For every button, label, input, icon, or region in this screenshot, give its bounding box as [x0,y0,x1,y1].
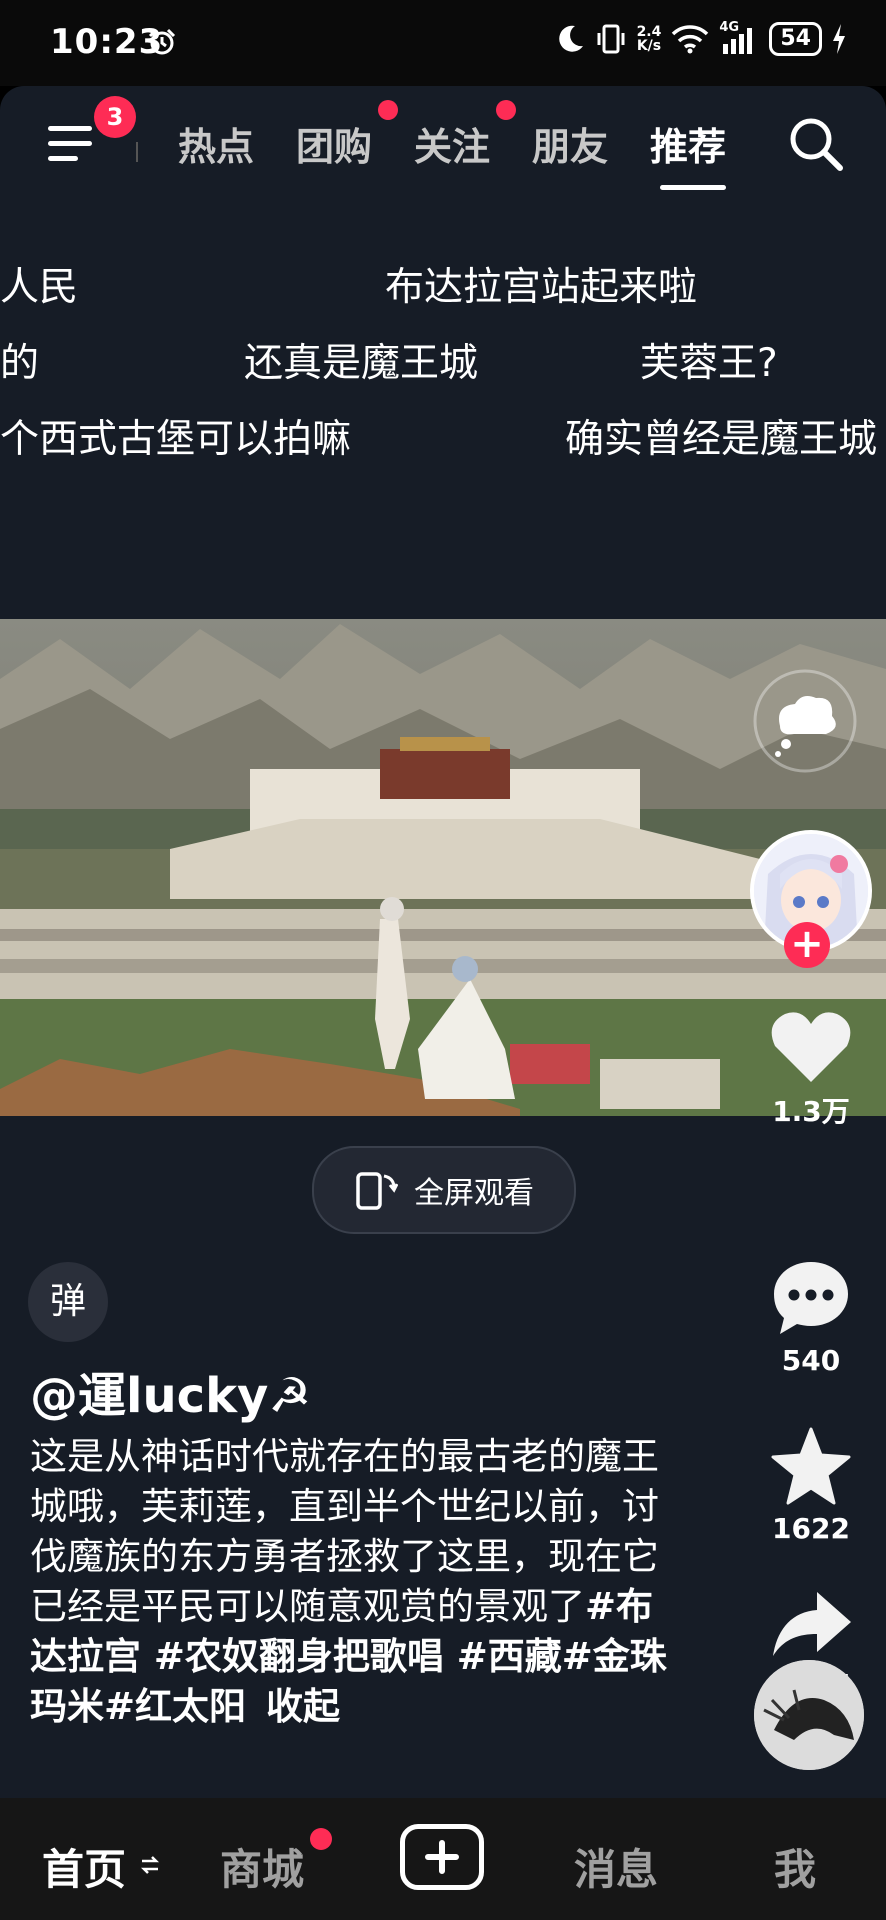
danmaku-item: 布达拉宫站起来啦 [385,265,698,310]
moon-icon [558,25,583,52]
charging-icon [833,24,845,54]
net-speed: 2.4 K/s [637,25,662,53]
caption-text: 这是从神话时代就存在的最古老的魔王城哦，芙莉莲，直到半个世纪以前，讨伐魔族的东方… [30,1435,659,1628]
bottom-nav: 首页 商城 消息 我 [0,1798,886,1920]
group-buy-dot [378,100,398,120]
nav-mall[interactable]: 商城 [220,1836,304,1897]
music-disc[interactable] [754,1660,864,1770]
danmaku-item: 芙蓉王? [640,341,778,386]
status-time: 10:23 [50,22,164,62]
refresh-arrows-icon [140,1856,160,1874]
signal-icon [723,28,753,54]
search-icon[interactable] [786,114,846,174]
post-caption: 这是从神话时代就存在的最古老的魔王城哦，芙莉莲，直到半个世纪以前，讨伐魔族的东方… [30,1432,670,1732]
rotate-screen-icon [356,1172,398,1210]
nav-home[interactable]: 首页 [42,1836,126,1897]
comment-icon [774,1262,848,1334]
fullscreen-button[interactable]: 全屏观看 [312,1146,576,1234]
favorite-action[interactable]: 1622 [740,1426,882,1545]
tab-friends[interactable]: 朋友 [532,116,608,171]
douyin-app: 3 热点 团购 关注 朋友 推荐 人民 布达拉宫站起来啦 的 还真是魔王城 芙蓉… [0,86,886,1798]
alarm-icon [148,28,176,55]
status-bar: 10:23 2.4 K/s 4G 54 [0,0,886,86]
share-icon [773,1592,851,1656]
collapse-button[interactable]: 收起 [266,1685,340,1728]
mall-dot [310,1828,332,1850]
active-tab-indicator [660,185,726,190]
danmaku-item: 个西式古堡可以拍嘛 [0,417,352,462]
create-button[interactable] [400,1824,484,1890]
comment-action[interactable]: 540 [740,1258,882,1377]
star-icon [771,1427,851,1505]
net-speed-value: 2.4 [636,24,662,40]
danmaku-toggle[interactable]: 弹 [28,1262,108,1342]
menu-icon[interactable] [48,124,98,164]
tab-following[interactable]: 关注 [414,116,490,171]
favorite-count: 1622 [772,1512,850,1545]
heart-icon [771,1012,851,1082]
menu-badge: 3 [94,96,136,138]
like-count: 1.3万 [772,1095,850,1128]
plus-icon [425,1840,459,1874]
vibrate-icon [597,24,625,54]
tab-recommend[interactable]: 推荐 [650,116,726,171]
like-action[interactable]: 1.3万 [740,1010,882,1130]
chat-bubble-icon[interactable] [750,666,860,776]
danmaku-item: 还真是魔王城 [244,341,479,386]
tab-group-buy[interactable]: 团购 [296,116,372,171]
nav-divider [136,142,138,162]
battery-indicator: 54 [769,22,822,56]
following-dot [496,100,516,120]
net-speed-unit: K/s [636,38,662,54]
cell-signal: 4G [719,20,759,54]
danmaku-item: 的 [0,341,40,386]
fullscreen-label: 全屏观看 [414,1176,534,1211]
danmaku-item: 人民 [0,265,79,310]
creator-username[interactable]: @運lucky☭ [30,1356,311,1426]
tab-hot[interactable]: 热点 [178,116,254,171]
comment-count: 540 [781,1344,841,1377]
danmaku-item: 确实曾经是魔王城 [565,417,878,462]
follow-button[interactable]: + [784,922,830,968]
music-disc-image [754,1660,864,1770]
wifi-icon [672,25,709,54]
nav-messages[interactable]: 消息 [574,1836,658,1897]
nav-me[interactable]: 我 [774,1836,816,1897]
top-nav: 3 热点 团购 关注 朋友 推荐 [0,86,886,196]
